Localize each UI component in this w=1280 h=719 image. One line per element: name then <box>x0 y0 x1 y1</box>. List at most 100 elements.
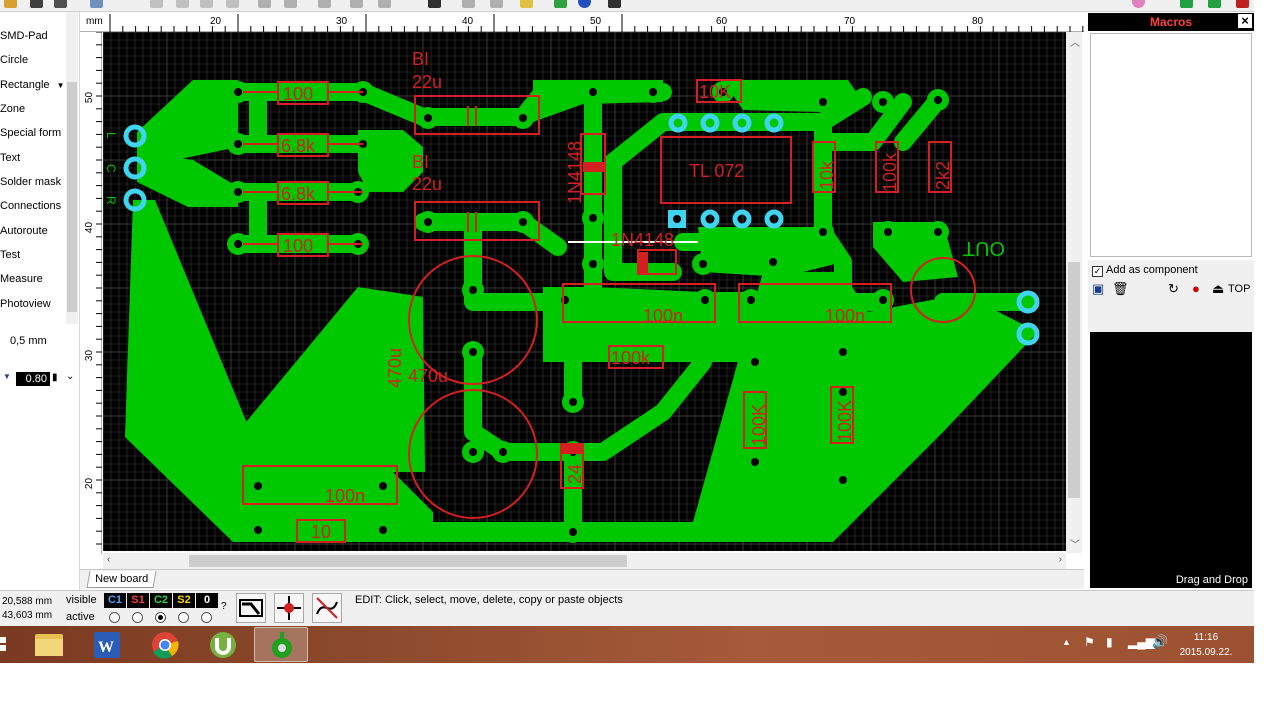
exit-icon[interactable] <box>1236 0 1249 8</box>
taskbar-sprint-layout[interactable] <box>254 627 308 662</box>
layer-c1[interactable]: C1 <box>104 593 126 608</box>
pad-hole <box>469 348 477 356</box>
tool-zone[interactable]: Zone <box>0 100 25 118</box>
record-icon[interactable]: ● <box>1192 282 1200 296</box>
ic-pad[interactable] <box>700 209 720 229</box>
taskbar-chrome[interactable] <box>138 627 192 662</box>
taskbar-explorer[interactable] <box>22 627 76 662</box>
pad-hole <box>234 240 242 248</box>
rotate-macro-icon[interactable]: ↻ <box>1168 282 1179 296</box>
start-button[interactable] <box>0 627 10 662</box>
cut-icon[interactable] <box>150 0 163 8</box>
tool-text[interactable]: Text <box>0 149 20 167</box>
tool-rectangle[interactable]: Rectangle ▼ <box>0 76 65 94</box>
layer-swap-icon[interactable]: ⏏ <box>1212 282 1224 296</box>
scroll-up-icon[interactable]: ︿ <box>1070 34 1080 49</box>
search-icon[interactable] <box>520 0 533 8</box>
add-as-component-checkbox[interactable]: ✓ Add as component <box>1092 264 1198 277</box>
grid-size-selector[interactable]: 0,5 mm <box>10 335 47 347</box>
tool-solder-mask[interactable]: Solder mask <box>0 173 61 191</box>
active-radio-c1[interactable] <box>109 612 120 623</box>
board-canvas[interactable]: 100 6.8k 6.8k 100 BI 22u BI 22u 1N4148 1… <box>103 32 1066 551</box>
zoom-icon[interactable] <box>490 0 503 8</box>
layer-s2[interactable]: S2 <box>173 593 195 608</box>
layer-0[interactable]: 0 <box>196 593 218 608</box>
undo-icon[interactable] <box>90 0 103 8</box>
track-width-icon[interactable]: ▼ <box>3 372 11 381</box>
tool-test[interactable]: Test <box>0 246 20 264</box>
pad-hole <box>254 526 262 534</box>
active-radio-s2[interactable] <box>178 612 189 623</box>
pcb-layout[interactable]: 100 6.8k 6.8k 100 BI 22u BI 22u 1N4148 1… <box>103 32 1066 551</box>
grid-icon[interactable] <box>462 0 475 8</box>
scroll-right-icon[interactable]: › <box>1059 554 1062 565</box>
ic-pad[interactable] <box>732 209 752 229</box>
canvas-horizontal-scrollbar[interactable]: ‹ › <box>103 553 1066 569</box>
diode-band <box>638 252 648 274</box>
tab-new-board[interactable]: New board <box>86 571 157 588</box>
align-icon[interactable] <box>318 0 331 8</box>
action-center-icon[interactable]: ⚑ <box>1084 635 1095 649</box>
close-icon[interactable]: × <box>1238 14 1252 28</box>
ungroup-icon[interactable] <box>378 0 391 8</box>
taskbar-clock[interactable]: 11:16 2015.09.22. <box>1176 630 1236 660</box>
tool-smd-pad[interactable]: SMD-Pad <box>0 27 48 45</box>
pad-hole <box>769 258 777 266</box>
save-macro-icon[interactable]: ▣ <box>1092 282 1104 296</box>
taskbar-utorrent[interactable] <box>196 627 250 662</box>
scroll-down-icon[interactable]: ﹀ <box>1070 536 1080 551</box>
delete-icon[interactable] <box>226 0 239 8</box>
tool-autoroute[interactable]: Autoroute <box>0 222 48 240</box>
component-icon[interactable] <box>608 0 621 8</box>
track-mode-button[interactable] <box>236 593 266 623</box>
save-icon[interactable] <box>30 0 43 8</box>
tool-connections[interactable]: Connections <box>0 197 61 215</box>
tool-circle[interactable]: Circle <box>0 51 28 69</box>
tool-special-form[interactable]: Special form <box>0 124 61 142</box>
active-radio-c2[interactable] <box>155 612 166 623</box>
track-width-spin[interactable]: ▮ <box>52 372 58 383</box>
layer-top-label[interactable]: TOP <box>1228 282 1250 296</box>
tool-photoview[interactable]: Photoview <box>0 295 51 313</box>
macros-tree[interactable] <box>1090 33 1252 257</box>
layer-icon[interactable] <box>1180 0 1193 8</box>
vertical-scroll-thumb[interactable] <box>1068 262 1080 498</box>
open-icon[interactable] <box>4 0 17 8</box>
ic-pad[interactable] <box>764 209 784 229</box>
copy-icon[interactable] <box>176 0 189 8</box>
tray-overflow-icon[interactable]: ▲ <box>1062 637 1071 647</box>
checkbox-icon[interactable]: ✓ <box>1092 266 1103 277</box>
tools-scrollbar[interactable] <box>66 12 78 324</box>
info-icon[interactable] <box>578 0 591 8</box>
help-icon[interactable]: ? <box>221 601 227 612</box>
active-radio-0[interactable] <box>201 612 212 623</box>
layer-c2[interactable]: C2 <box>150 593 172 608</box>
snap-icon[interactable] <box>428 0 441 8</box>
canvas-vertical-scrollbar[interactable]: ︿ ﹀ <box>1066 32 1082 553</box>
chevron-down-icon[interactable]: ⌄ <box>66 371 74 382</box>
rubberband-button[interactable] <box>312 593 342 623</box>
active-radio-s1[interactable] <box>132 612 143 623</box>
tools-scroll-thumb[interactable] <box>67 82 77 312</box>
group-icon[interactable] <box>350 0 363 8</box>
volume-icon[interactable]: 🔊 <box>1152 634 1168 650</box>
settings-icon[interactable] <box>1132 0 1145 8</box>
battery-icon[interactable]: ▮ <box>1106 635 1113 649</box>
crosshair-button[interactable] <box>274 593 304 623</box>
mirror-icon[interactable] <box>284 0 297 8</box>
scroll-left-icon[interactable]: ‹ <box>107 554 110 565</box>
network-icon[interactable]: ▂▄▆ <box>1128 635 1155 649</box>
delete-macro-icon[interactable]: 🗑 <box>1112 282 1129 296</box>
rotate-icon[interactable] <box>258 0 271 8</box>
layer-s1[interactable]: S1 <box>127 593 149 608</box>
scanned-copy-icon[interactable] <box>554 0 567 8</box>
macro-preview[interactable]: Drag and Drop <box>1090 332 1252 588</box>
dropdown-arrow-icon[interactable]: ▼ <box>57 81 65 90</box>
paste-icon[interactable] <box>200 0 213 8</box>
view-icon[interactable] <box>1208 0 1221 8</box>
tool-measure[interactable]: Measure <box>0 270 43 288</box>
print-icon[interactable] <box>54 0 67 8</box>
horizontal-scroll-thumb[interactable] <box>189 555 627 567</box>
track-width-input[interactable]: 0.80 <box>16 372 50 386</box>
taskbar-word[interactable]: W <box>80 627 134 662</box>
